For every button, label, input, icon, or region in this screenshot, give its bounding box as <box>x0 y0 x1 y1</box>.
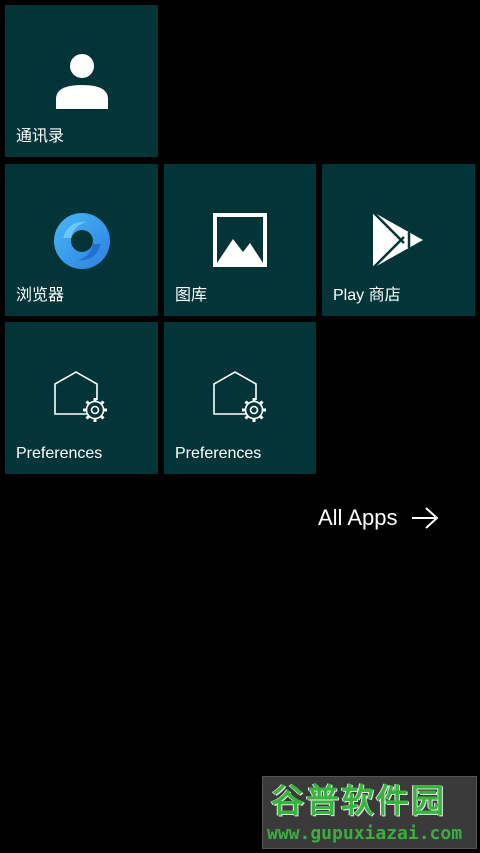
tile-label-preferences-2: Preferences <box>175 445 262 462</box>
play-store-icon <box>372 211 423 269</box>
tile-browser[interactable]: 浏览器 <box>5 164 158 316</box>
browser-icon <box>54 213 110 269</box>
tile-preferences-2[interactable]: Preferences <box>164 322 316 474</box>
tile-preferences-1[interactable]: Preferences <box>5 322 158 474</box>
tile-label-browser: 浏览器 <box>16 287 65 304</box>
tile-gallery[interactable]: 图库 <box>164 164 316 316</box>
tile-label-contacts: 通讯录 <box>16 128 65 145</box>
watermark-title: 谷普软件园 <box>271 781 446 820</box>
tile-label-preferences-1: Preferences <box>16 445 103 462</box>
tile-label-gallery: 图库 <box>175 287 208 304</box>
watermark-url: www.gupuxiazai.com <box>267 823 463 844</box>
tile-label-play-store: Play 商店 <box>333 287 401 304</box>
tile-play-store[interactable]: Play 商店 <box>322 164 475 316</box>
tile-contacts[interactable]: 通讯录 <box>5 5 158 157</box>
home-settings-icon <box>213 371 266 422</box>
watermark-logo: 谷普软件园 www.gupuxiazai.com <box>262 776 477 849</box>
arrow-right-icon <box>411 507 438 529</box>
contact-icon <box>56 54 108 109</box>
all-apps-button[interactable]: All Apps <box>318 500 440 536</box>
home-settings-icon <box>54 371 107 422</box>
all-apps-label: All Apps <box>318 505 398 530</box>
gallery-icon <box>213 213 267 267</box>
